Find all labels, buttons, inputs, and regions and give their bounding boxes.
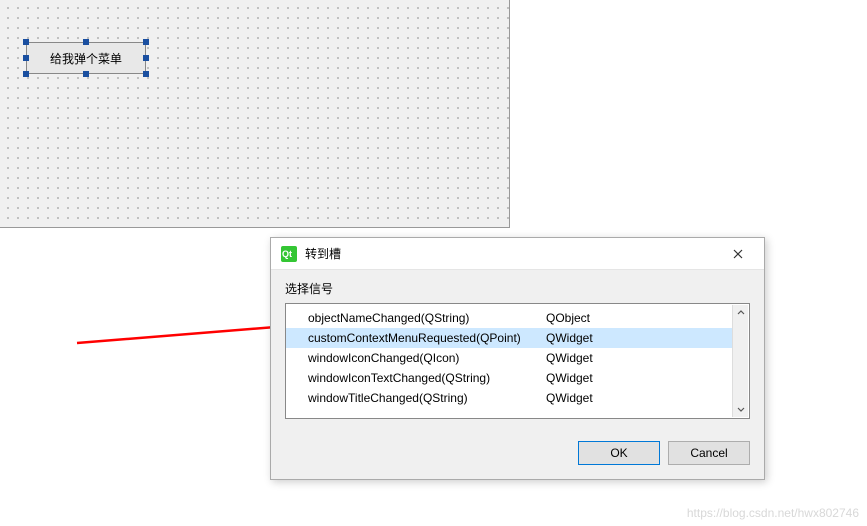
goto-slot-dialog: 转到槽 选择信号 objectNameChanged(QString)QObje… <box>270 237 765 480</box>
scrollbar-vertical[interactable] <box>732 305 748 417</box>
dialog-titlebar[interactable]: 转到槽 <box>271 238 764 270</box>
signal-class: QObject <box>546 311 733 325</box>
signal-row[interactable]: customContextMenuRequested(QPoint)QWidge… <box>286 328 733 348</box>
resize-handle-mid-right[interactable] <box>143 55 149 61</box>
signal-class: QWidget <box>546 391 733 405</box>
design-pushbutton-label: 给我弹个菜单 <box>50 50 122 67</box>
signal-row[interactable]: windowTitleChanged(QString)QWidget <box>286 388 733 408</box>
signal-signature: windowIconTextChanged(QString) <box>308 371 546 385</box>
scroll-track[interactable] <box>733 321 748 401</box>
resize-handle-mid-left[interactable] <box>23 55 29 61</box>
qt-designer-canvas[interactable]: 给我弹个菜单 <box>0 0 510 228</box>
scroll-up-button[interactable] <box>733 305 748 321</box>
cancel-button[interactable]: Cancel <box>668 441 750 465</box>
signal-signature: windowTitleChanged(QString) <box>308 391 546 405</box>
signal-listbox[interactable]: objectNameChanged(QString)QObjectcustomC… <box>285 303 750 419</box>
close-icon <box>733 249 743 259</box>
signal-list-content: objectNameChanged(QString)QObjectcustomC… <box>286 308 749 408</box>
signal-row[interactable]: windowIconTextChanged(QString)QWidget <box>286 368 733 388</box>
chevron-down-icon <box>737 405 745 413</box>
resize-handle-top-right[interactable] <box>143 39 149 45</box>
qt-icon <box>281 246 297 262</box>
signal-signature: windowIconChanged(QIcon) <box>308 351 546 365</box>
dialog-body: 选择信号 objectNameChanged(QString)QObjectcu… <box>271 270 764 479</box>
signal-class: QWidget <box>546 371 733 385</box>
signal-class: QWidget <box>546 351 733 365</box>
resize-handle-bottom-left[interactable] <box>23 71 29 77</box>
scroll-down-button[interactable] <box>733 401 748 417</box>
resize-handle-bottom-mid[interactable] <box>83 71 89 77</box>
signal-row[interactable]: objectNameChanged(QString)QObject <box>286 308 733 328</box>
dialog-title: 转到槽 <box>305 245 718 262</box>
dialog-button-row: OK Cancel <box>285 441 750 465</box>
chevron-up-icon <box>737 309 745 317</box>
signal-class: QWidget <box>546 331 733 345</box>
design-pushbutton[interactable]: 给我弹个菜单 <box>26 42 146 74</box>
signal-signature: customContextMenuRequested(QPoint) <box>308 331 546 345</box>
watermark: https://blog.csdn.net/hwx802746 <box>687 506 859 520</box>
signal-row[interactable]: windowIconChanged(QIcon)QWidget <box>286 348 733 368</box>
resize-handle-top-mid[interactable] <box>83 39 89 45</box>
close-button[interactable] <box>718 242 758 266</box>
resize-handle-top-left[interactable] <box>23 39 29 45</box>
resize-handle-bottom-right[interactable] <box>143 71 149 77</box>
ok-button[interactable]: OK <box>578 441 660 465</box>
section-label: 选择信号 <box>285 280 750 297</box>
signal-signature: objectNameChanged(QString) <box>308 311 546 325</box>
